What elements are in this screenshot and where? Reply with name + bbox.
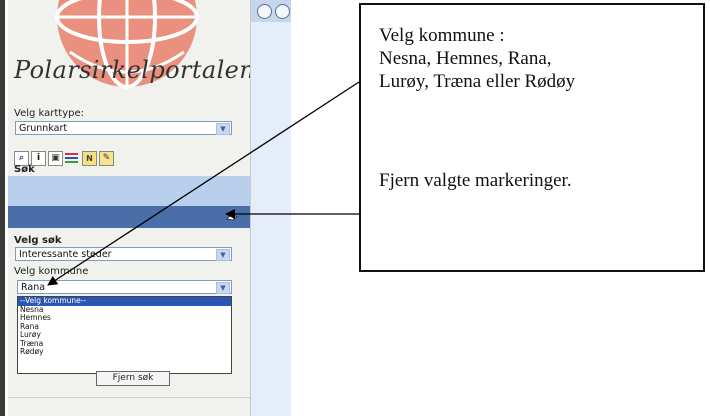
search-title: Søk [14, 164, 35, 175]
map-nav-button-1[interactable] [257, 4, 272, 19]
chevron-down-icon[interactable]: ▼ [216, 123, 230, 135]
search-type-label: Velg søk [14, 235, 62, 246]
kommune-option[interactable]: Rana [18, 322, 231, 332]
left-frame-border [0, 0, 5, 416]
legend-icon[interactable] [65, 151, 78, 164]
search-header-band [8, 176, 250, 206]
map-nav-button-2[interactable] [275, 4, 290, 19]
chevron-down-icon[interactable]: ▼ [216, 282, 230, 294]
chevron-down-icon[interactable]: ▼ [216, 249, 230, 261]
logo: Polarsirkelportalen [8, 0, 250, 102]
kommune-option[interactable]: Hemnes [18, 313, 231, 323]
draw-icon[interactable]: ✎ [99, 151, 114, 166]
eraser-icon[interactable] [226, 213, 238, 224]
search-type-value: Interessante steder [19, 249, 112, 260]
search-action-band [8, 206, 250, 228]
kommune-value: Rana [21, 282, 46, 293]
layers-icon[interactable]: ▣ [48, 151, 63, 166]
callout-line-4: Fjern valgte markeringer. [379, 170, 572, 191]
kommune-option[interactable]: Rødøy [18, 347, 231, 357]
kommune-option[interactable]: Træna [18, 339, 231, 349]
clear-search-button[interactable]: Fjern søk [96, 371, 170, 386]
kommune-option[interactable]: Lurøy [18, 330, 231, 340]
search-type-select[interactable]: Interessante steder ▼ [15, 247, 232, 261]
kommune-dropdown-list[interactable]: --Velg kommune-- Nesna Hemnes Rana Lurøy… [17, 296, 232, 374]
map-area[interactable] [251, 0, 291, 416]
callout-box: Velg kommune : Nesna, Hemnes, Rana, Lurø… [359, 3, 705, 272]
north-arrow-icon[interactable]: N [82, 151, 97, 166]
logo-text: Polarsirkelportalen [14, 56, 250, 84]
panel-divider [8, 397, 250, 398]
callout-line-1: Velg kommune : [379, 25, 505, 46]
callout-line-2: Nesna, Hemnes, Rana, [379, 48, 552, 69]
kommune-option[interactable]: --Velg kommune-- [18, 296, 231, 306]
kommune-label: Velg kommune [14, 266, 89, 277]
map-type-value: Grunnkart [19, 123, 68, 134]
map-type-select[interactable]: Grunnkart ▼ [15, 121, 232, 135]
callout-line-3: Lurøy, Træna eller Rødøy [379, 71, 576, 92]
kommune-select[interactable]: Rana ▼ [17, 280, 232, 294]
map-type-label: Velg karttype: [14, 108, 85, 119]
